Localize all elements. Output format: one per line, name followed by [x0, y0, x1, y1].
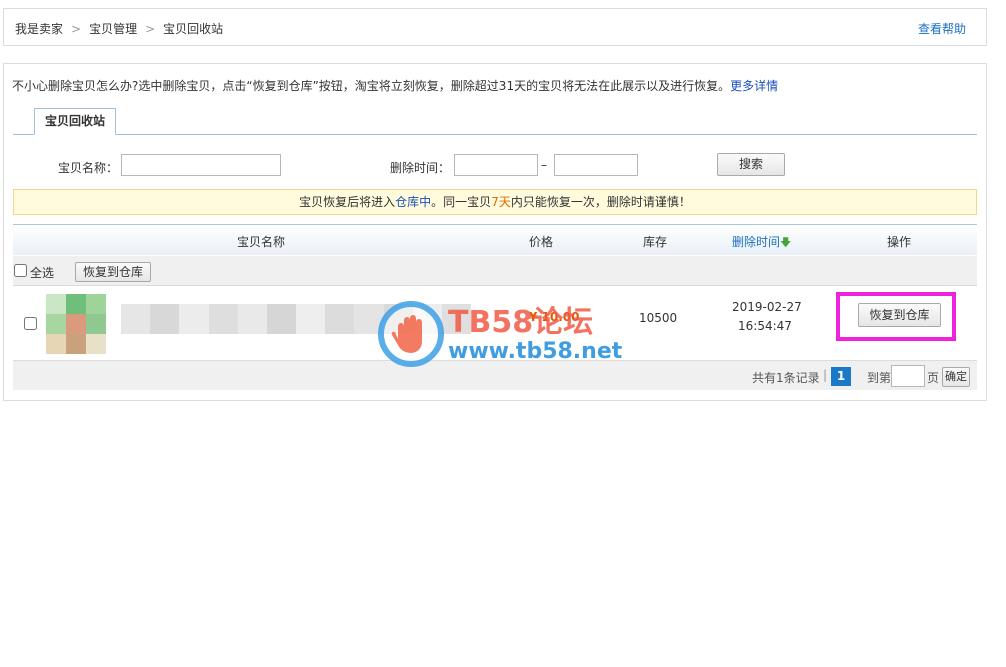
row-checkbox[interactable] [24, 317, 37, 330]
delete-time-to-input[interactable] [554, 154, 638, 176]
deleted-time-label: 删除时间 [732, 235, 781, 249]
select-all-label: 全选 [30, 266, 55, 280]
item-deleted-date: 2019-02-27 [732, 300, 802, 314]
tab-recycle-bin[interactable]: 宝贝回收站 [34, 108, 116, 135]
sort-down-icon: 🡇 [780, 236, 792, 249]
column-header-stock: 库存 [643, 235, 668, 249]
item-deleted-time: 16:54:47 [738, 319, 792, 333]
restore-to-warehouse-button[interactable]: 恢复到仓库 [858, 303, 941, 327]
breadcrumb-separator: > [71, 22, 82, 36]
tip-text-1: 宝贝恢复后将进入 [299, 195, 396, 209]
breadcrumb-bar: 我是卖家 > 宝贝管理 > 宝贝回收站 查看帮助 [3, 8, 987, 46]
tip-text-3: 内只能恢复一次，删除时请谨慎！ [510, 195, 691, 209]
current-page-number[interactable]: 1 [831, 367, 851, 386]
bulk-action-bar: 全选 恢复到仓库 [13, 256, 977, 286]
notice-body: 不小心删除宝贝怎么办?选中删除宝贝，点击“恢复到仓库”按钮，淘宝将立刻恢复，删除… [12, 79, 731, 93]
notice-text: 不小心删除宝贝怎么办?选中删除宝贝，点击“恢复到仓库”按钮，淘宝将立刻恢复，删除… [12, 77, 778, 94]
item-name-label: 宝贝名称： [58, 161, 119, 175]
column-header-action: 操作 [887, 235, 912, 249]
more-details-link[interactable]: 更多详情 [730, 79, 778, 93]
column-header-name: 宝贝名称 [237, 235, 286, 249]
total-records: 共有1条记录 [752, 371, 820, 385]
watermark-logo-icon [378, 301, 444, 367]
breadcrumb: 我是卖家 > 宝贝管理 > 宝贝回收站 [15, 20, 223, 37]
tab-divider [13, 134, 977, 135]
watermark-title: TB58论坛 [448, 305, 594, 340]
breadcrumb-seller[interactable]: 我是卖家 [15, 22, 63, 36]
delete-time-from-input[interactable] [454, 154, 538, 176]
table-header: 宝贝名称 价格 库存 删除时间🡇 操作 [13, 224, 977, 255]
bulk-restore-button[interactable]: 恢复到仓库 [75, 262, 151, 282]
breadcrumb-current: 宝贝回收站 [163, 22, 224, 36]
help-link[interactable]: 查看帮助 [918, 20, 966, 37]
tip-days: 7天 [491, 195, 511, 209]
tip-text-2: 。同一宝贝 [431, 195, 492, 209]
column-header-deleted-time[interactable]: 删除时间🡇 [732, 233, 791, 253]
goto-suffix: 页 [927, 371, 940, 385]
item-thumbnail[interactable] [46, 294, 106, 354]
search-form: 宝贝名称： 删除时间： – 搜索 [4, 152, 986, 182]
pager-divider: | [823, 368, 828, 382]
goto-page-input[interactable] [891, 365, 925, 387]
item-name-input[interactable] [121, 154, 281, 176]
goto-prefix: 到第 [867, 371, 892, 385]
select-all-checkbox[interactable] [14, 264, 27, 277]
watermark-url: www.tb58.net [448, 339, 623, 364]
item-stock: 10500 [639, 311, 678, 325]
search-button[interactable]: 搜索 [717, 153, 785, 176]
watermark: TB58论坛 www.tb58.net [376, 295, 636, 375]
warehouse-link[interactable]: 仓库中 [395, 195, 431, 209]
breadcrumb-item-management[interactable]: 宝贝管理 [89, 22, 137, 36]
breadcrumb-separator: > [145, 22, 156, 36]
restore-tip-bar: 宝贝恢复后将进入仓库中。同一宝贝7天内只能恢复一次，删除时请谨慎！ [13, 189, 977, 215]
delete-time-label: 删除时间： [390, 161, 451, 175]
column-header-price: 价格 [529, 235, 554, 249]
date-range-dash: – [541, 158, 547, 172]
confirm-page-button[interactable]: 确定 [942, 367, 970, 387]
